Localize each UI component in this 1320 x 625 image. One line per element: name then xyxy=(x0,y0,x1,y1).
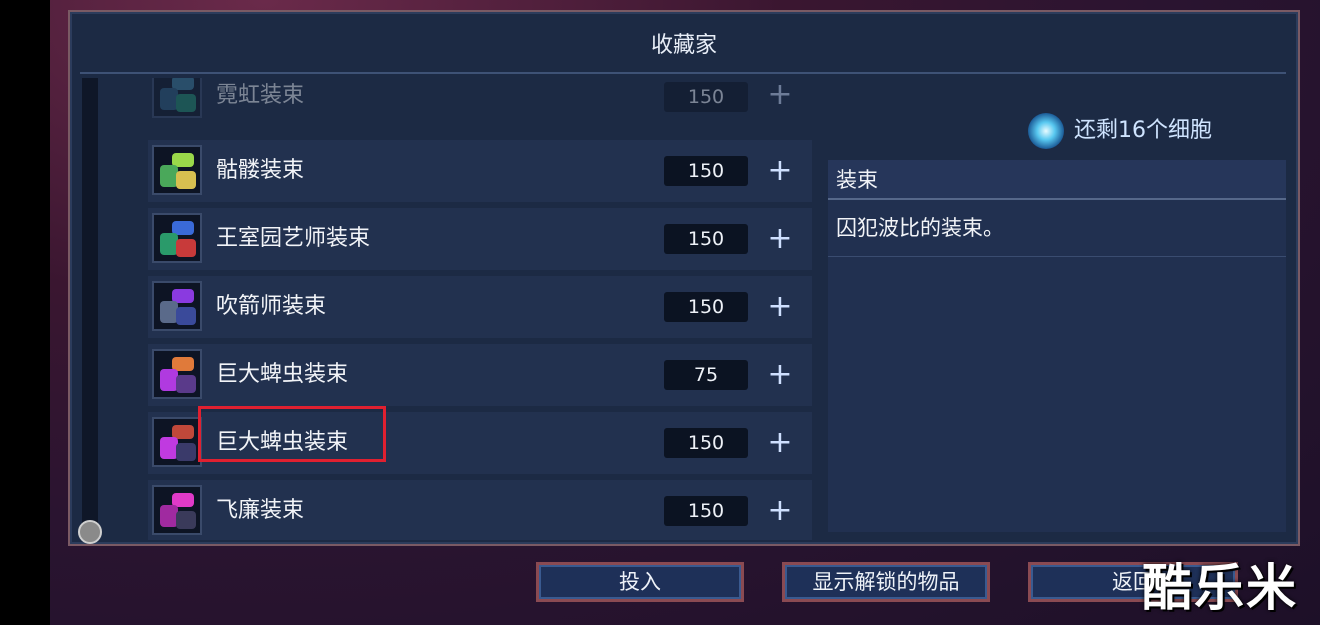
item-price: 150 xyxy=(664,156,748,186)
outfit-icon-part xyxy=(176,171,196,189)
scrollbar-track[interactable] xyxy=(82,78,98,538)
item-price: 150 xyxy=(664,428,748,458)
scrollbar-knob[interactable] xyxy=(78,520,102,544)
list-item[interactable]: 吹箭师装束 150 + xyxy=(148,276,812,338)
invest-plus-button[interactable]: + xyxy=(760,284,800,330)
item-price: 75 xyxy=(664,360,748,390)
item-name: 巨大蜱虫装束 xyxy=(216,362,349,387)
invest-button[interactable]: 投入 xyxy=(536,562,744,602)
selection-highlight xyxy=(198,406,386,462)
outfit-icon-part xyxy=(176,511,196,529)
outfit-icon-part xyxy=(176,375,196,393)
item-price: 150 xyxy=(664,82,748,112)
invest-plus-button[interactable]: + xyxy=(760,216,800,262)
item-price: 150 xyxy=(664,224,748,254)
outfit-icon xyxy=(152,417,202,467)
invest-plus-button[interactable]: + xyxy=(760,420,800,466)
outfit-icon-part xyxy=(176,443,196,461)
detail-heading: 装束 xyxy=(836,168,878,192)
invest-plus-button[interactable]: + xyxy=(760,352,800,398)
outfit-icon xyxy=(152,145,202,195)
outfit-icon xyxy=(152,78,202,118)
item-name: 吹箭师装束 xyxy=(216,294,327,319)
watermark-text: 酷乐米 xyxy=(1142,559,1298,617)
invest-plus-button[interactable]: + xyxy=(760,78,800,118)
list-item[interactable]: 巨大蜱虫装束 75 + xyxy=(148,344,812,406)
item-name: 骷髅装束 xyxy=(216,158,305,183)
outfit-icon xyxy=(152,485,202,535)
list-item[interactable]: 飞廉装束 150 + xyxy=(148,480,812,540)
item-price: 150 xyxy=(664,292,748,322)
outfit-icon xyxy=(152,213,202,263)
list-item[interactable]: 王室园艺师装束 150 + xyxy=(148,208,812,270)
outfit-icon-part xyxy=(176,307,196,325)
outfit-icon-part xyxy=(176,94,196,112)
left-letterbox xyxy=(0,0,50,625)
list-item[interactable]: 霓虹装束 150 + xyxy=(148,78,812,118)
title-divider xyxy=(80,72,1286,74)
blueprint-list: 霓虹装束 150 + 骷髅装束 150 + 王室园艺师装束 150 + 吹箭师装束 150 + 巨大蜱虫… xyxy=(148,78,812,540)
outfit-icon-part xyxy=(176,239,196,257)
list-item[interactable]: 骷髅装束 150 + xyxy=(148,140,812,202)
invest-plus-button[interactable]: + xyxy=(760,148,800,194)
invest-plus-button[interactable]: + xyxy=(760,488,800,534)
detail-header: 装束 xyxy=(828,160,1286,200)
item-name: 霓虹装束 xyxy=(216,83,305,108)
item-name: 飞廉装束 xyxy=(216,498,305,523)
show-unlocked-button[interactable]: 显示解锁的物品 xyxy=(782,562,990,602)
cell-icon xyxy=(1028,113,1064,149)
detail-description: 囚犯波比的装束。 xyxy=(836,216,1004,240)
detail-divider-2 xyxy=(828,256,1286,257)
panel-title: 收藏家 xyxy=(650,33,717,58)
item-name: 王室园艺师装束 xyxy=(216,226,371,251)
detail-pane: 装束 囚犯波比的装束。 xyxy=(828,160,1286,532)
item-price: 150 xyxy=(664,496,748,526)
cells-remaining-text: 还剩16个细胞 xyxy=(1074,118,1212,143)
outfit-icon xyxy=(152,349,202,399)
detail-divider xyxy=(828,198,1286,200)
outfit-icon xyxy=(152,281,202,331)
